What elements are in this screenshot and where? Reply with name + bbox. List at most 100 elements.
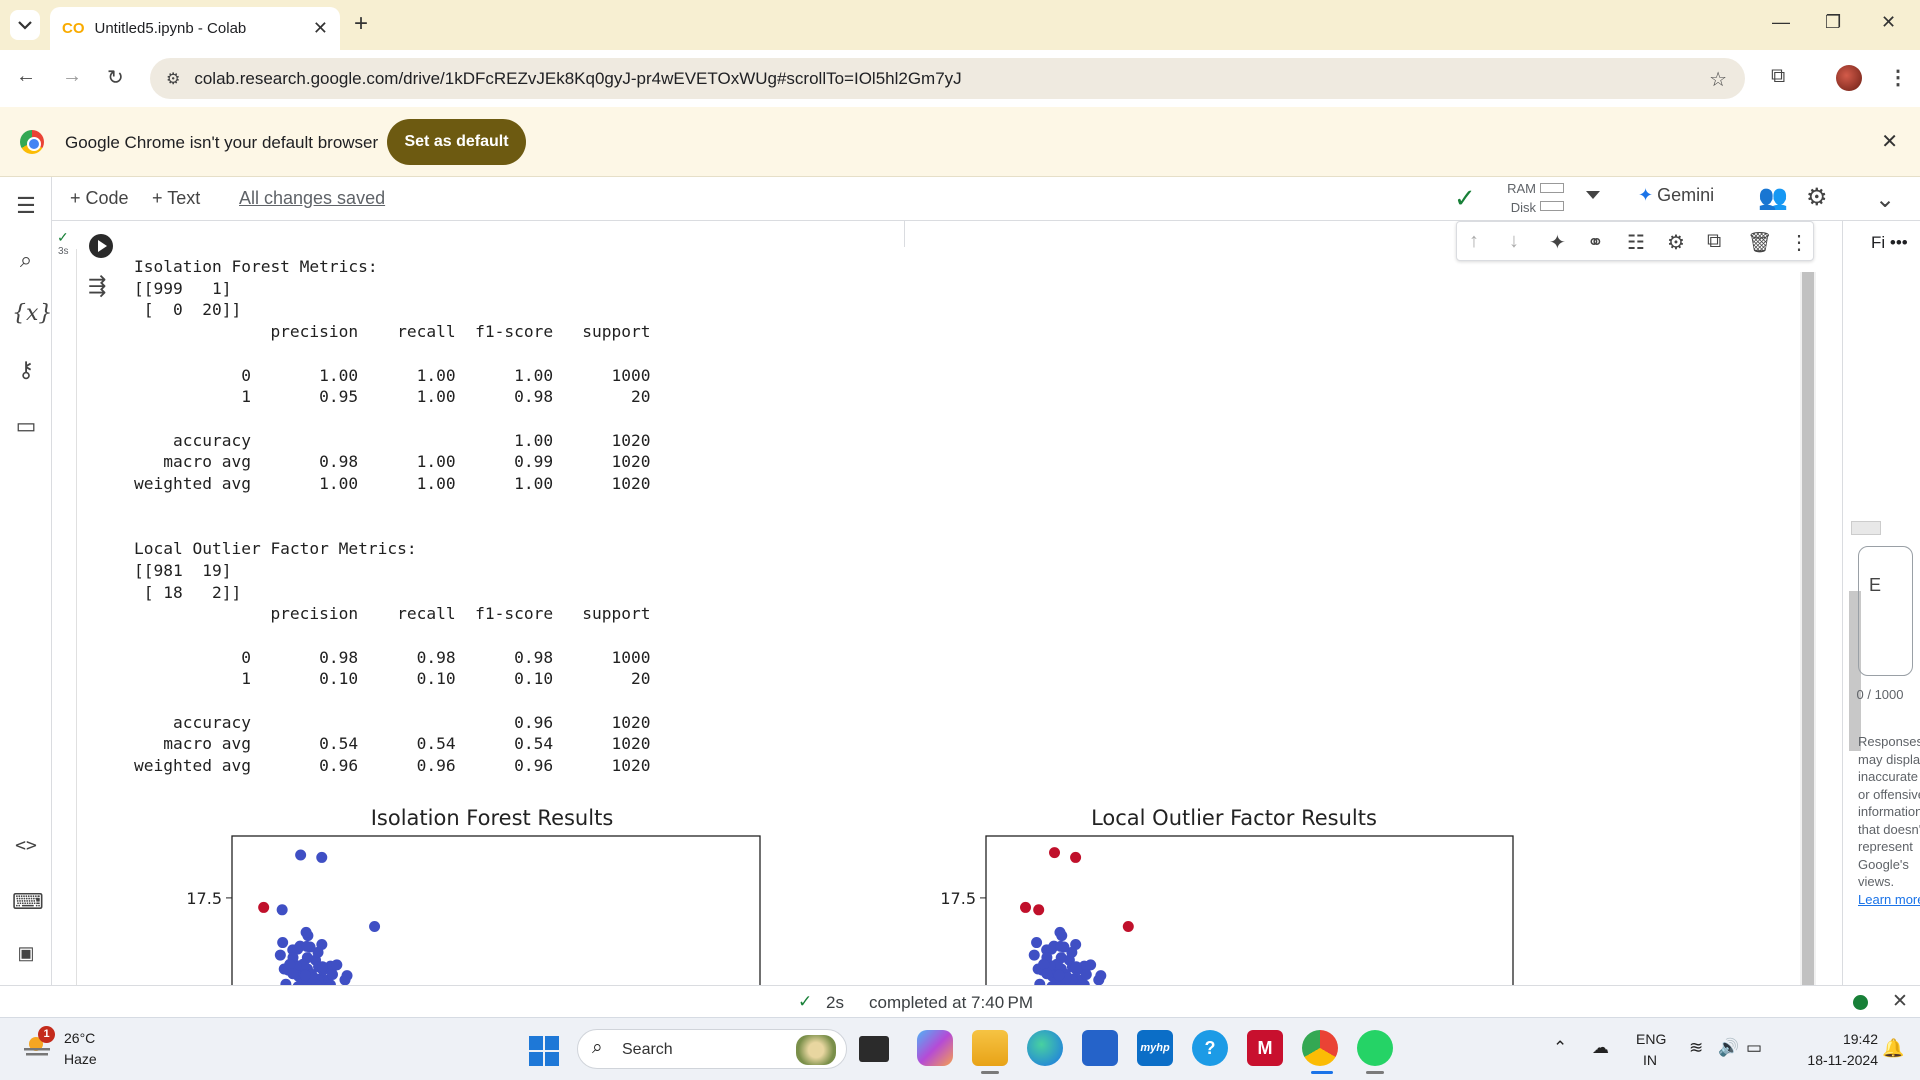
search-icon: ⌕ xyxy=(592,1037,603,1058)
output-scrollbar-thumb[interactable] xyxy=(1802,272,1814,985)
completed-at[interactable]: completed at 7:40 PM xyxy=(869,993,1033,1013)
runtime-dropdown-icon[interactable] xyxy=(1586,191,1600,199)
normal-point xyxy=(369,920,381,932)
new-tab-button[interactable]: + xyxy=(354,10,368,38)
mirror-cell-icon[interactable]: ⧉ xyxy=(1707,230,1721,253)
more-options-icon[interactable]: ⋮ xyxy=(1789,230,1809,255)
collapse-chevron-icon[interactable]: ⌄ xyxy=(1875,185,1895,214)
move-down-icon[interactable]: ↓ xyxy=(1509,230,1519,253)
language-line-2[interactable]: IN xyxy=(1643,1052,1657,1068)
running-indicator xyxy=(1366,1071,1384,1074)
y-tick-label: 17.5 xyxy=(940,889,976,908)
settings-gear-icon[interactable]: ⚙ xyxy=(1806,183,1828,212)
prompt-input-text: E xyxy=(1869,575,1882,595)
add-text-button[interactable]: + Text xyxy=(152,188,200,209)
exec-duration[interactable]: 2s xyxy=(826,993,844,1013)
normal-point xyxy=(276,904,288,916)
command-palette-icon[interactable]: ⌨ xyxy=(12,889,44,915)
site-settings-icon[interactable]: ⚙ xyxy=(166,69,180,89)
clock-time[interactable]: 19:42 xyxy=(1828,1031,1878,1047)
panel-header[interactable]: Fi ••• xyxy=(1871,233,1908,253)
connected-check-icon: ✓ xyxy=(1454,183,1476,213)
file-explorer-icon[interactable] xyxy=(972,1030,1008,1066)
variables-icon[interactable]: {x} xyxy=(12,301,52,326)
edge-icon[interactable] xyxy=(1027,1030,1063,1066)
reload-icon[interactable]: ↻ xyxy=(107,65,124,90)
tab-close-icon[interactable]: ✕ xyxy=(313,18,328,39)
help-icon[interactable]: ? xyxy=(1192,1030,1228,1066)
move-up-icon[interactable]: ↑ xyxy=(1469,230,1479,253)
link-icon[interactable]: ⚭ xyxy=(1587,230,1604,255)
status-close-icon[interactable]: ✕ xyxy=(1892,990,1908,1013)
normal-point xyxy=(295,849,307,861)
comment-icon[interactable]: ☷ xyxy=(1627,230,1645,255)
whatsapp-icon[interactable] xyxy=(1357,1030,1393,1066)
taskbar-search[interactable]: ⌕ Search xyxy=(577,1029,847,1069)
panel-resize-handle[interactable] xyxy=(1851,521,1881,535)
cell-settings-icon[interactable]: ⚙ xyxy=(1667,230,1685,255)
wifi-icon[interactable]: ≋ xyxy=(1689,1038,1703,1058)
volume-icon[interactable]: 🔊 xyxy=(1718,1038,1739,1058)
temperature[interactable]: 26°C xyxy=(64,1030,95,1046)
default-browser-infobar: Google Chrome isn't your default browser… xyxy=(0,107,1920,177)
table-of-contents-icon[interactable]: ☰ xyxy=(12,193,40,219)
show-hidden-icons-chevron-icon[interactable]: ⌃ xyxy=(1553,1038,1567,1058)
normal-point xyxy=(326,968,338,980)
left-sidebar-rail: ☰ ⌕ {x} ⚷ ▭ <> ⌨ ▣ xyxy=(0,177,52,1017)
task-view-icon[interactable] xyxy=(859,1036,889,1062)
weather-alert-badge: 1 xyxy=(38,1026,55,1043)
url-text: colab.research.google.com/drive/1kDFcREZ… xyxy=(194,68,962,88)
resource-labels[interactable]: RAM Disk xyxy=(1496,179,1536,217)
chrome-menu-icon[interactable]: ⋮ xyxy=(1888,65,1908,90)
weather-description[interactable]: Haze xyxy=(64,1051,97,1067)
files-folder-icon[interactable]: ▭ xyxy=(12,413,40,439)
output-actions-icon[interactable]: ⇶ xyxy=(88,273,106,299)
extensions-icon[interactable]: ⧉ xyxy=(1771,65,1785,88)
myhp-icon[interactable]: myhp xyxy=(1137,1030,1173,1066)
browser-tab-active[interactable]: CO Untitled5.ipynb - Colab ✕ xyxy=(50,7,340,50)
learn-more-link[interactable]: Learn more xyxy=(1858,892,1920,907)
ram-usage-bar xyxy=(1540,183,1564,193)
back-arrow-icon[interactable]: ← xyxy=(16,65,36,88)
secrets-key-icon[interactable]: ⚷ xyxy=(12,357,40,383)
gemini-prompt-input[interactable]: E xyxy=(1858,546,1913,676)
restore-icon[interactable]: ❐ xyxy=(1825,12,1841,33)
windows-start-icon[interactable] xyxy=(529,1036,559,1066)
notebook-cell-area: ✓ 3s ⇶ Isolation Forest Metrics: [[999 1… xyxy=(52,221,1842,985)
onedrive-icon[interactable]: ☁ xyxy=(1592,1038,1609,1058)
save-status-link[interactable]: All changes saved xyxy=(239,188,385,209)
bookmark-star-icon[interactable]: ☆ xyxy=(1709,67,1727,92)
gemini-sparkle-icon[interactable]: ✦ xyxy=(1549,230,1566,255)
set-as-default-button[interactable]: Set as default xyxy=(387,119,526,165)
normal-point xyxy=(1038,958,1050,970)
minimize-icon[interactable]: — xyxy=(1772,12,1790,33)
terminal-icon[interactable]: ▣ xyxy=(12,943,40,964)
delete-trash-icon[interactable]: 🗑 xyxy=(1747,230,1772,255)
code-snippets-icon[interactable]: <> xyxy=(12,835,40,856)
chrome-taskbar-icon[interactable] xyxy=(1302,1030,1338,1066)
add-code-button[interactable]: + Code xyxy=(70,188,129,209)
search-highlight-image xyxy=(796,1035,836,1065)
normal-point xyxy=(1054,926,1066,938)
lof-plot: 17.515.0 xyxy=(940,835,1514,985)
address-bar[interactable]: ⚙ colab.research.google.com/drive/1kDFcR… xyxy=(150,58,1745,99)
language-line-1[interactable]: ENG xyxy=(1636,1031,1666,1047)
battery-icon[interactable]: ▭ xyxy=(1746,1038,1762,1058)
infobar-close-icon[interactable]: ✕ xyxy=(1881,129,1898,154)
mcafee-icon[interactable]: M xyxy=(1247,1030,1283,1066)
gemini-button[interactable]: ✦ Gemini xyxy=(1638,185,1714,206)
microsoft-store-icon[interactable] xyxy=(1082,1030,1118,1066)
tab-search-dropdown[interactable] xyxy=(10,10,40,40)
copilot-icon[interactable] xyxy=(917,1030,953,1066)
profile-avatar[interactable] xyxy=(1836,65,1862,91)
notification-bell-icon[interactable]: 🔔 xyxy=(1882,1038,1904,1059)
share-people-icon[interactable]: 👥 xyxy=(1758,183,1788,212)
forward-arrow-icon[interactable]: → xyxy=(62,65,82,88)
normal-point xyxy=(331,959,343,971)
search-icon[interactable]: ⌕ xyxy=(12,247,40,273)
gemini-side-panel: Fi ••• E 0 / 1000 Responses may display … xyxy=(1842,221,1920,985)
window-close-icon[interactable]: ✕ xyxy=(1881,12,1896,33)
output-scrollbar[interactable] xyxy=(1800,272,1816,985)
clock-date[interactable]: 18-11-2024 xyxy=(1780,1052,1878,1068)
disclaimer-text: Responses may display inaccurate or offe… xyxy=(1858,733,1920,908)
